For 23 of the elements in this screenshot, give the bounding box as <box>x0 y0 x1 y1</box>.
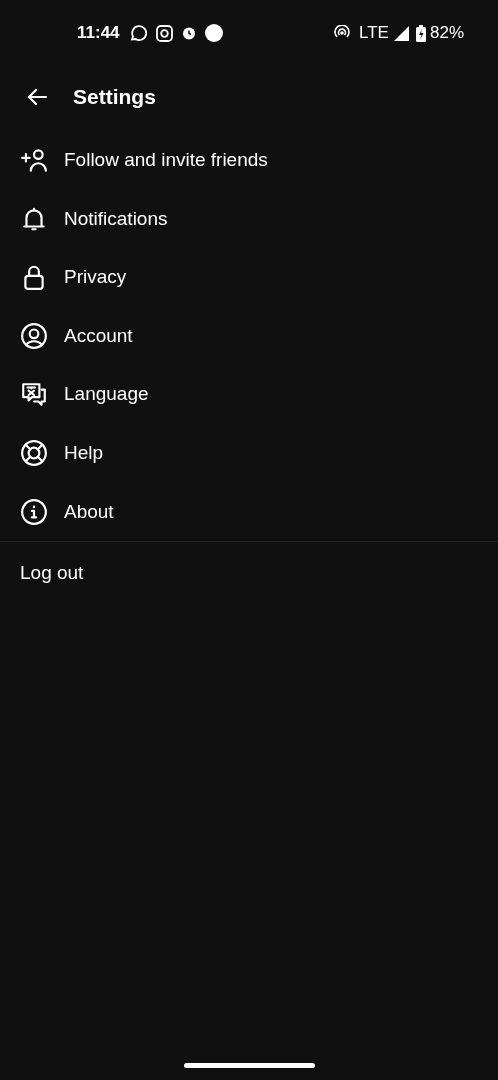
settings-item[interactable]: Help <box>0 423 498 483</box>
settings-item[interactable]: Account <box>0 306 498 366</box>
settings-item[interactable]: Privacy <box>0 248 498 307</box>
dot-icon <box>204 24 223 42</box>
person-plus-icon <box>20 146 48 175</box>
logout-button[interactable]: Log out <box>20 558 84 588</box>
settings-item[interactable]: Notifications <box>0 189 498 249</box>
lifebuoy-icon <box>20 439 48 468</box>
alarm-icon <box>181 26 196 40</box>
battery-icon <box>415 24 426 42</box>
settings-item[interactable]: About <box>0 482 498 542</box>
info-icon <box>20 497 48 526</box>
signal-icon <box>393 25 409 41</box>
settings-item[interactable]: Follow and invite friends <box>0 131 498 190</box>
translate-bubble-icon <box>20 380 48 409</box>
network-type: LTE <box>359 22 389 45</box>
person-circle-icon <box>20 322 48 351</box>
settings-item[interactable]: Language <box>0 365 498 424</box>
page-title: Settings <box>73 84 156 111</box>
status-time: 11:44 <box>77 22 120 45</box>
camera-icon <box>155 24 173 42</box>
chat-icon <box>128 24 147 42</box>
battery-level: 82% <box>429 22 464 45</box>
